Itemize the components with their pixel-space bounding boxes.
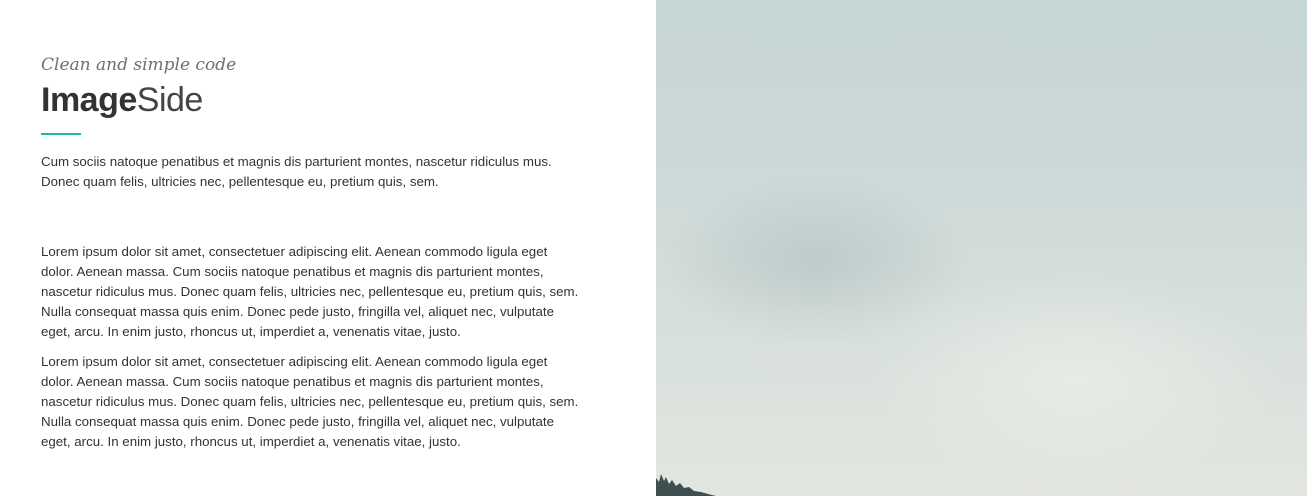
body-paragraph-2: Lorem ipsum dolor sit amet, consectetuer…	[41, 354, 579, 449]
image-side-section: Clean and simple code ImageSide Cum soci…	[0, 0, 1307, 496]
section-title: ImageSide	[41, 80, 616, 120]
lead-paragraph: Cum sociis natoque penatibus et magnis d…	[41, 154, 552, 189]
title-light-part: Side	[136, 81, 204, 119]
title-bold-part: Image	[41, 81, 137, 119]
title-accent-divider	[41, 133, 81, 135]
section-subtitle: Clean and simple code	[41, 55, 237, 75]
text-column: Clean and simple code ImageSide Cum soci…	[0, 0, 656, 496]
side-image	[656, 0, 1307, 496]
body-paragraph-1: Lorem ipsum dolor sit amet, consectetuer…	[41, 244, 579, 339]
treeline-image-detail	[656, 474, 716, 496]
